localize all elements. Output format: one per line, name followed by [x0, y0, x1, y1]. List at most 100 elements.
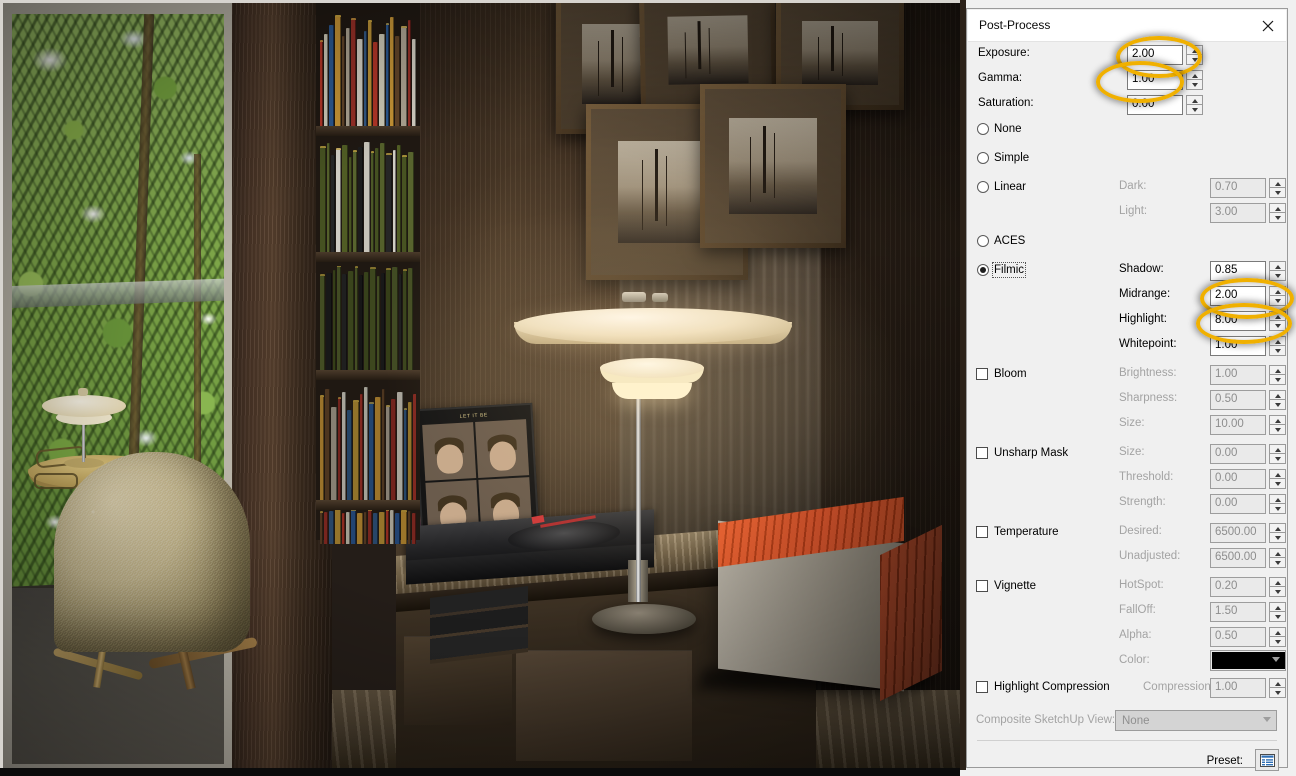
eyeglasses: [34, 473, 78, 489]
checkbox-indicator: [976, 681, 988, 693]
book-stack: [430, 585, 528, 665]
alpha-spinner[interactable]: [1269, 627, 1286, 647]
book-spine: [331, 407, 337, 500]
compression-input[interactable]: 1.00: [1210, 678, 1266, 698]
small-lamp-shade: [42, 395, 126, 417]
checkbox-label: Bloom: [994, 368, 1027, 380]
whitepoint-input[interactable]: 1.00: [1210, 336, 1266, 356]
book-spine: [399, 274, 402, 370]
book-spine: [395, 36, 400, 126]
table-lamp-knob: [652, 293, 668, 302]
tonemap-radio-filmic[interactable]: Filmic: [977, 262, 1027, 278]
book-spine: [353, 400, 359, 500]
dark-input[interactable]: 0.70: [1210, 178, 1266, 198]
gamma-input[interactable]: 1.00: [1127, 70, 1183, 90]
bloom-checkbox[interactable]: Bloom: [976, 368, 1027, 380]
shadow-spinner[interactable]: [1269, 261, 1286, 281]
book-spine: [333, 270, 336, 370]
book-spine: [386, 405, 390, 500]
unadjusted-label: Unadjusted:: [1119, 550, 1181, 562]
unsharp-mask-checkbox[interactable]: Unsharp Mask: [976, 447, 1068, 459]
book-spine: [368, 510, 372, 544]
exposure-input[interactable]: 2.00: [1127, 45, 1183, 65]
tonemap-radio-simple[interactable]: Simple: [977, 152, 1029, 164]
highlight-spinner[interactable]: [1269, 311, 1286, 331]
unsharp-size-spinner[interactable]: [1269, 444, 1286, 464]
desired-input[interactable]: 6500.00: [1210, 523, 1266, 543]
compression-spinner[interactable]: [1269, 678, 1286, 698]
unsharp-threshold-input[interactable]: 0.00: [1210, 469, 1266, 489]
falloff-label: FallOff:: [1119, 604, 1156, 616]
book-spine: [408, 402, 412, 500]
midrange-spinner[interactable]: [1269, 286, 1286, 306]
whitepoint-spinner[interactable]: [1269, 336, 1286, 356]
desired-label: Desired:: [1119, 525, 1162, 537]
light-spinner[interactable]: [1269, 203, 1286, 223]
shadow-input[interactable]: 0.85: [1210, 261, 1266, 281]
exposure-label: Exposure:: [978, 47, 1030, 59]
unsharp-strength-input[interactable]: 0.00: [1210, 494, 1266, 514]
temperature-checkbox[interactable]: Temperature: [976, 526, 1059, 538]
bloom-sharpness-spinner[interactable]: [1269, 390, 1286, 410]
brightness-spinner[interactable]: [1269, 365, 1286, 385]
book-spine: [342, 145, 348, 252]
preset-label: Preset:: [1206, 755, 1243, 767]
book-spine: [364, 387, 368, 500]
table-lamp-top-shade: [514, 308, 792, 344]
unsharp-strength-label: Strength:: [1119, 496, 1166, 508]
unsharp-size-input[interactable]: 0.00: [1210, 444, 1266, 464]
chevron-down-icon: [1272, 657, 1280, 662]
saturation-spinner[interactable]: [1186, 95, 1203, 115]
highlight-compression-checkbox[interactable]: Highlight Compression: [976, 681, 1110, 693]
tonemap-radio-linear[interactable]: Linear: [977, 181, 1026, 193]
dark-spinner[interactable]: [1269, 178, 1286, 198]
hotspot-spinner[interactable]: [1269, 577, 1286, 597]
book-spine: [358, 147, 363, 252]
highlight-input[interactable]: 8.00: [1210, 311, 1266, 331]
book-spine: [336, 148, 341, 252]
brightness-input[interactable]: 1.00: [1210, 365, 1266, 385]
bloom-sharpness-input[interactable]: 0.50: [1210, 390, 1266, 410]
falloff-spinner[interactable]: [1269, 602, 1286, 622]
preset-list-icon[interactable]: [1255, 749, 1279, 771]
gamma-spinner[interactable]: [1186, 70, 1203, 90]
saturation-input[interactable]: 0.00: [1127, 95, 1183, 115]
hotspot-input[interactable]: 0.20: [1210, 577, 1266, 597]
tonemap-radio-aces[interactable]: ACES: [977, 235, 1025, 247]
unadjusted-input[interactable]: 6500.00: [1210, 548, 1266, 568]
bloom-size-input[interactable]: 10.00: [1210, 415, 1266, 435]
bloom-size-spinner[interactable]: [1269, 415, 1286, 435]
light-input[interactable]: 3.00: [1210, 203, 1266, 223]
unadjusted-spinner[interactable]: [1269, 548, 1286, 568]
book-spine: [320, 146, 326, 252]
tonemap-radio-none[interactable]: None: [977, 123, 1022, 135]
book-spine: [386, 23, 389, 126]
book-spine: [324, 34, 328, 126]
vignette-color-picker[interactable]: [1210, 650, 1286, 671]
book-spine: [320, 40, 323, 126]
shadow-label: Shadow:: [1119, 263, 1164, 275]
radio-indicator: [977, 264, 989, 276]
radio-label: Linear: [994, 181, 1026, 193]
composite-sketchup-view-select[interactable]: None: [1115, 710, 1277, 731]
exposure-spinner[interactable]: [1186, 45, 1203, 65]
book-row: [320, 384, 416, 500]
alpha-input[interactable]: 0.50: [1210, 627, 1266, 647]
table-lamp-stem: [636, 396, 641, 602]
unsharp-strength-spinner[interactable]: [1269, 494, 1286, 514]
close-icon[interactable]: [1254, 13, 1282, 38]
book-spine: [359, 275, 363, 370]
saturation-label: Saturation:: [978, 97, 1034, 109]
vignette-checkbox[interactable]: Vignette: [976, 580, 1036, 592]
chevron-down-icon: [1263, 717, 1271, 722]
book-spine: [397, 145, 401, 252]
radio-label: None: [994, 123, 1022, 135]
midrange-input[interactable]: 2.00: [1210, 286, 1266, 306]
render-viewport[interactable]: LET IT BE: [0, 0, 966, 776]
book-spine: [412, 513, 416, 544]
falloff-input[interactable]: 1.50: [1210, 602, 1266, 622]
desired-spinner[interactable]: [1269, 523, 1286, 543]
checkbox-indicator: [976, 580, 988, 592]
unsharp-threshold-spinner[interactable]: [1269, 469, 1286, 489]
book-spine: [402, 155, 407, 252]
